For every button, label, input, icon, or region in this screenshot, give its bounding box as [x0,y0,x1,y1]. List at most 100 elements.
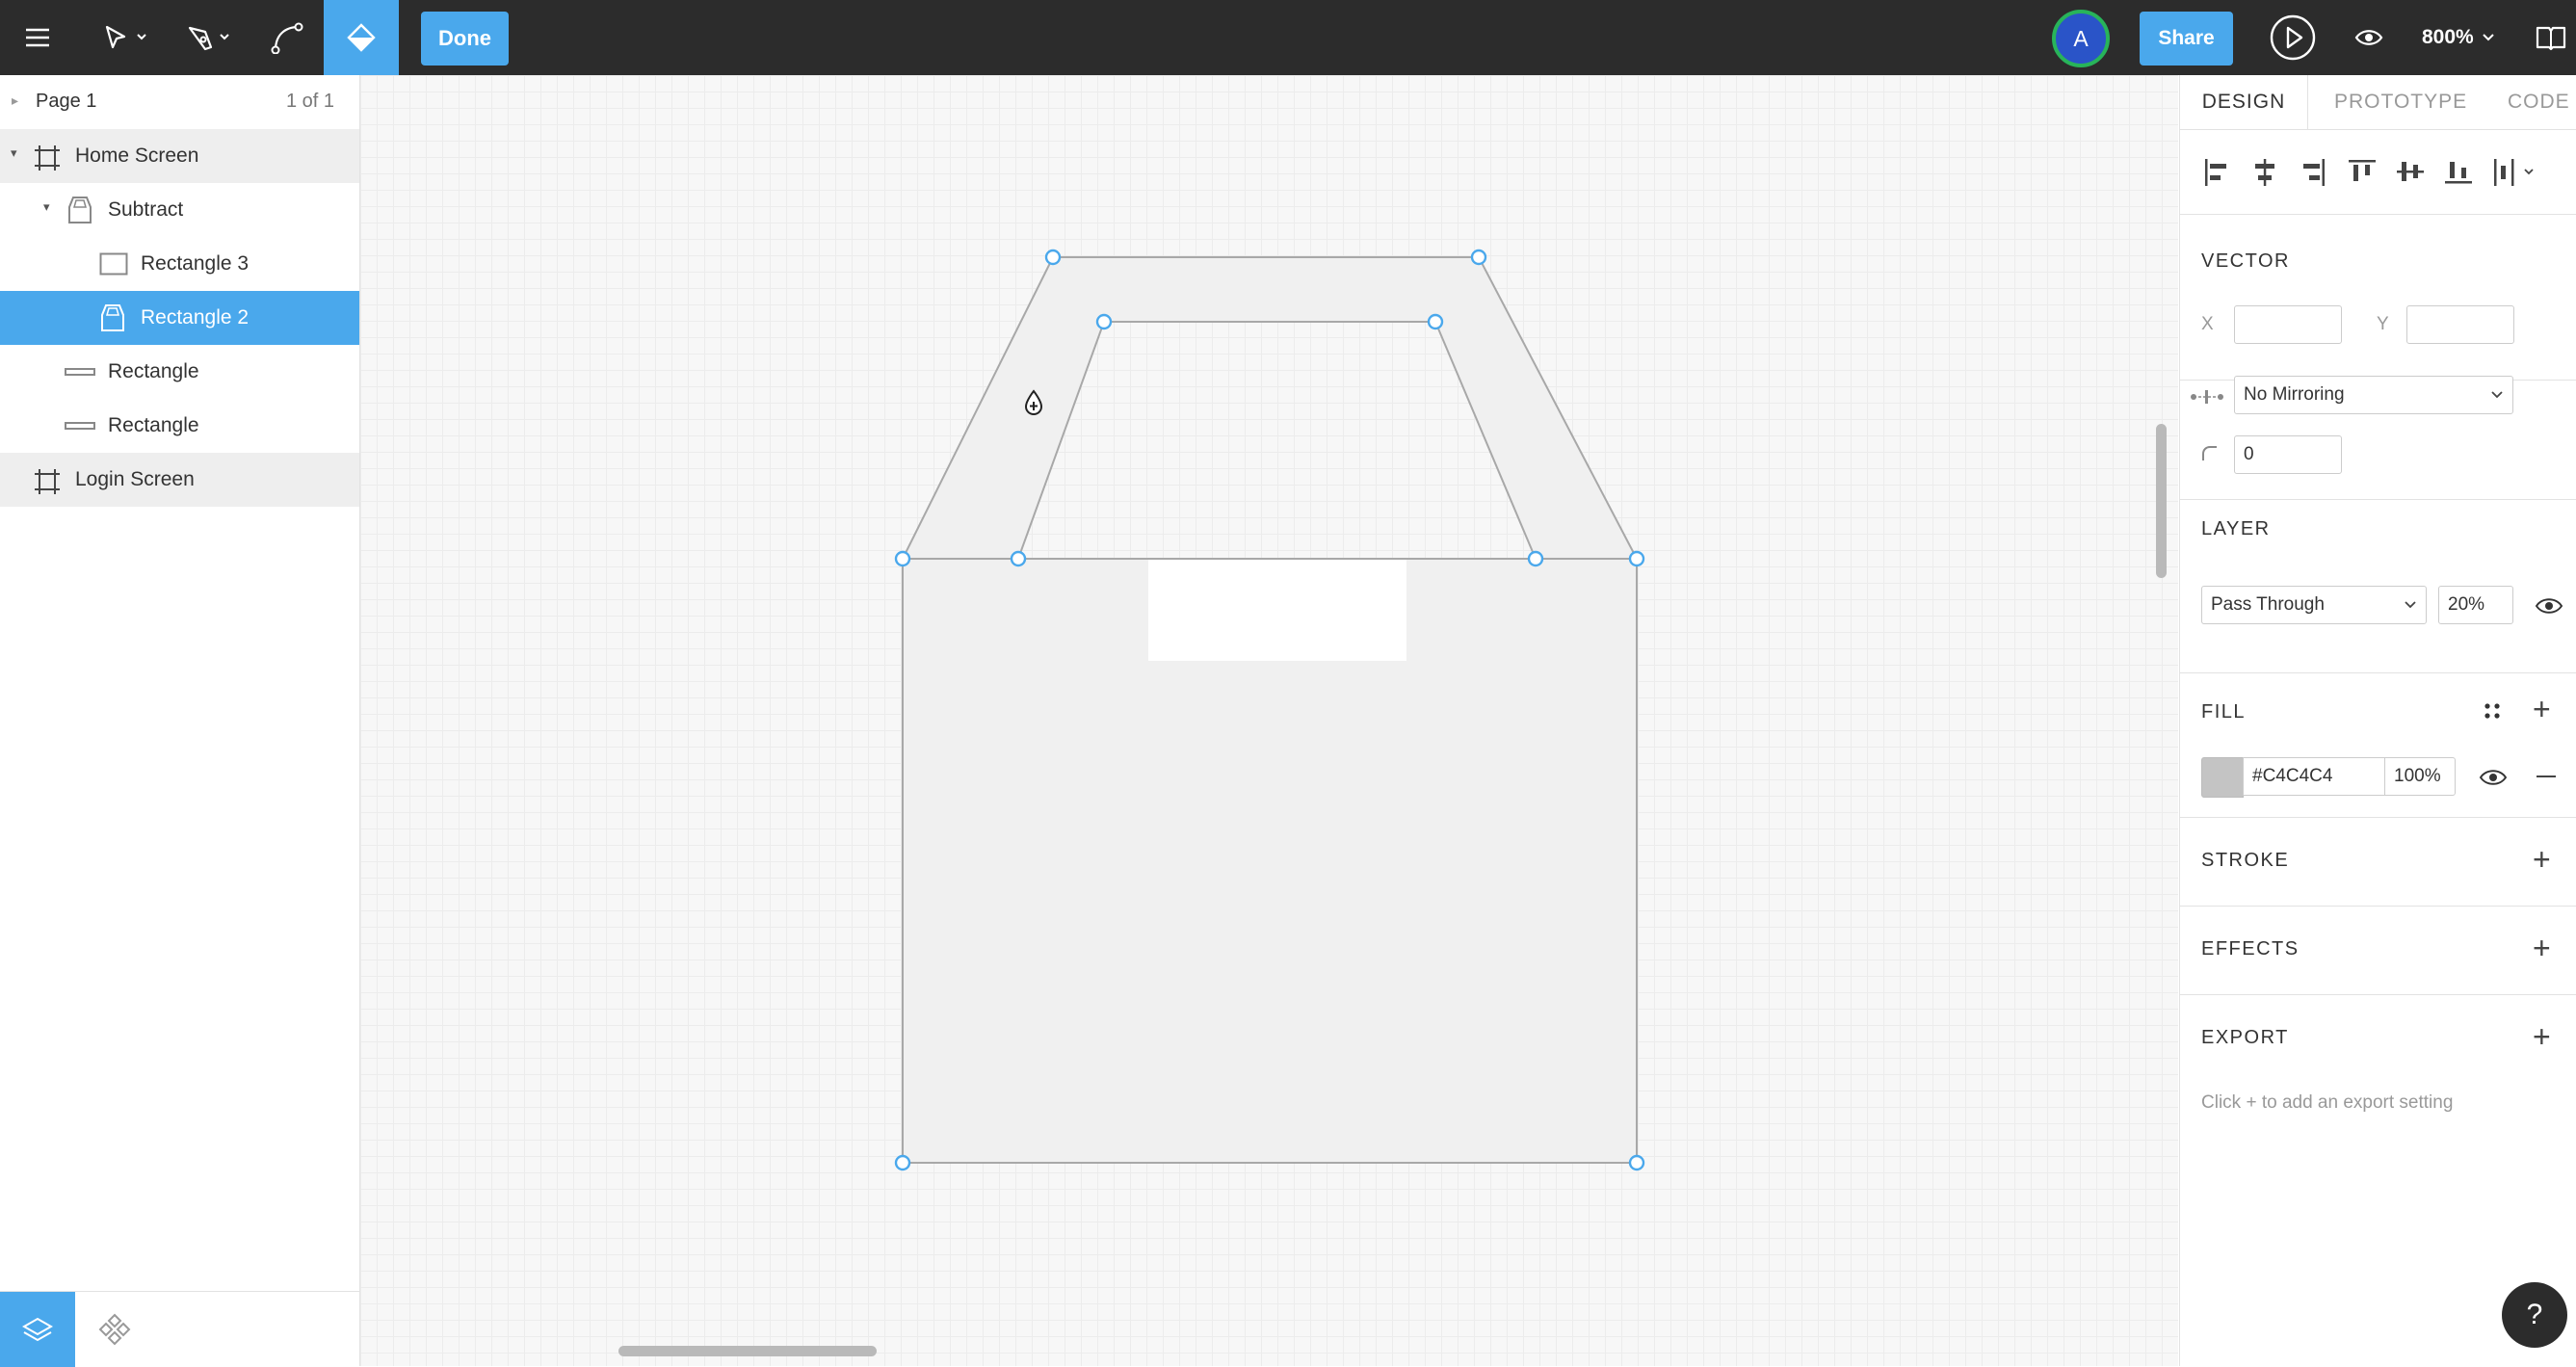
components-tab-icon[interactable] [77,1292,152,1367]
x-label: X [2201,314,2214,334]
caret-down-icon[interactable]: ▾ [43,199,50,215]
add-fill-icon[interactable]: + [2533,694,2551,724]
zoom-dropdown[interactable]: 800% [2422,0,2495,75]
pencil-curve-tool-icon[interactable] [265,0,309,75]
subtract-handle-shape[interactable] [901,256,1639,560]
fill-visibility-eye-icon[interactable] [2479,768,2508,787]
help-button[interactable]: ? [2502,1282,2567,1348]
y-input[interactable] [2406,305,2514,344]
anchor-point[interactable] [1044,249,1062,266]
distribute-icon[interactable] [2492,158,2535,187]
top-toolbar: Done A Share 800% [0,0,2576,75]
mirroring-icon [2191,390,2223,404]
fill-section: FILL + #C4C4C4 100% [2180,672,2576,818]
layer-login-screen[interactable]: Login Screen [0,453,359,507]
mirroring-select[interactable]: No Mirroring [2234,376,2513,414]
layer-label: Rectangle 2 [141,306,250,329]
mirroring-value: No Mirroring [2244,384,2345,405]
fill-hex-input[interactable]: #C4C4C4 [2243,757,2385,796]
section-title: VECTOR [2201,250,2290,272]
user-avatar[interactable]: A [2052,10,2110,67]
anchor-point[interactable] [894,1154,911,1171]
left-panel-footer [0,1291,359,1367]
layer-label: Login Screen [75,468,195,490]
current-page-name: Page 1 [36,91,97,112]
layer-section: LAYER Pass Through 20% [2180,499,2576,673]
horizontal-scrollbar[interactable] [618,1346,877,1356]
align-right-icon[interactable] [2300,158,2326,187]
layer-rectangle-2[interactable]: Rectangle 2 [0,291,359,345]
align-horizontal-center-icon[interactable] [2251,158,2278,187]
align-bottom-icon[interactable] [2444,158,2473,187]
style-grid-icon[interactable] [2483,701,2502,721]
alignment-toolbar [2180,129,2576,215]
visibility-eye-icon[interactable] [2535,596,2563,616]
move-tool-icon[interactable] [96,0,156,75]
page-count: 1 of 1 [285,91,334,112]
done-button[interactable]: Done [421,12,509,66]
effects-section: EFFECTS + [2180,906,2576,995]
white-slot-rectangle[interactable] [1148,560,1406,661]
align-left-icon[interactable] [2203,158,2230,187]
chevron-down-icon [2405,601,2416,609]
pen-tool-icon[interactable] [179,0,239,75]
hamburger-menu-icon[interactable] [17,0,58,75]
chevron-down-icon [2483,34,2494,41]
share-button[interactable]: Share [2140,12,2233,66]
boolean-subtract-icon [68,197,92,223]
section-title: EXPORT [2201,1027,2289,1048]
add-effect-icon[interactable]: + [2533,933,2551,963]
paint-bucket-icon[interactable] [324,0,399,75]
anchor-point[interactable] [1427,313,1444,330]
layers-panel: ▸ Page 1 1 of 1 ▾ Home Screen ▾ Subtract… [0,75,360,1367]
tab-code[interactable]: CODE [2508,75,2570,129]
vertical-scrollbar[interactable] [2156,424,2167,578]
align-vertical-center-icon[interactable] [2396,158,2425,187]
remove-fill-icon[interactable] [2537,776,2556,777]
vector-artwork[interactable] [360,75,2178,1366]
zoom-level: 800% [2422,26,2474,48]
align-top-icon[interactable] [2348,158,2377,187]
page-selector[interactable]: ▸ Page 1 1 of 1 [0,75,359,130]
layers-tab-icon[interactable] [0,1292,75,1367]
section-title: LAYER [2201,518,2271,539]
layer-label: Rectangle [108,360,199,382]
anchor-point[interactable] [1010,550,1027,567]
layer-opacity-input[interactable]: 20% [2438,586,2513,624]
add-export-icon[interactable]: + [2533,1021,2551,1052]
section-title: EFFECTS [2201,938,2300,960]
anchor-point[interactable] [1470,249,1487,266]
anchor-point[interactable] [1527,550,1544,567]
x-input[interactable] [2234,305,2342,344]
panel-tabs: DESIGN PROTOTYPE CODE [2180,75,2576,130]
export-section: EXPORT + Click + to add an export settin… [2180,994,2576,1139]
blend-mode-select[interactable]: Pass Through [2201,586,2427,624]
section-title: STROKE [2201,850,2290,871]
layer-label: Rectangle [108,414,199,436]
y-label: Y [2377,314,2389,334]
add-stroke-icon[interactable]: + [2533,844,2551,875]
chevron-down-icon [2491,391,2503,399]
anchor-point[interactable] [894,550,911,567]
library-book-icon[interactable] [2530,0,2572,75]
design-canvas[interactable] [360,75,2178,1366]
rectangle-icon [99,252,128,276]
layer-subtract[interactable]: ▾ Subtract [0,183,359,237]
tab-prototype[interactable]: PROTOTYPE [2334,75,2467,129]
layer-home-screen[interactable]: ▾ Home Screen [0,129,359,183]
fill-color-swatch[interactable] [2201,757,2244,798]
caret-down-icon[interactable]: ▾ [11,145,17,161]
play-prototype-icon[interactable] [2268,0,2318,75]
anchor-point[interactable] [1628,550,1645,567]
layer-label: Home Screen [75,145,199,167]
anchor-point[interactable] [1095,313,1113,330]
tab-design[interactable]: DESIGN [2180,75,2308,129]
layer-rectangle-a[interactable]: Rectangle [0,345,359,399]
layer-rectangle-b[interactable]: Rectangle [0,399,359,453]
corner-radius-input[interactable]: 0 [2234,435,2342,474]
anchor-point[interactable] [1628,1154,1645,1171]
fill-opacity-input[interactable]: 100% [2384,757,2456,796]
preview-eye-icon[interactable] [2349,0,2389,75]
layer-rectangle-3[interactable]: Rectangle 3 [0,237,359,291]
frame-icon [35,145,60,171]
